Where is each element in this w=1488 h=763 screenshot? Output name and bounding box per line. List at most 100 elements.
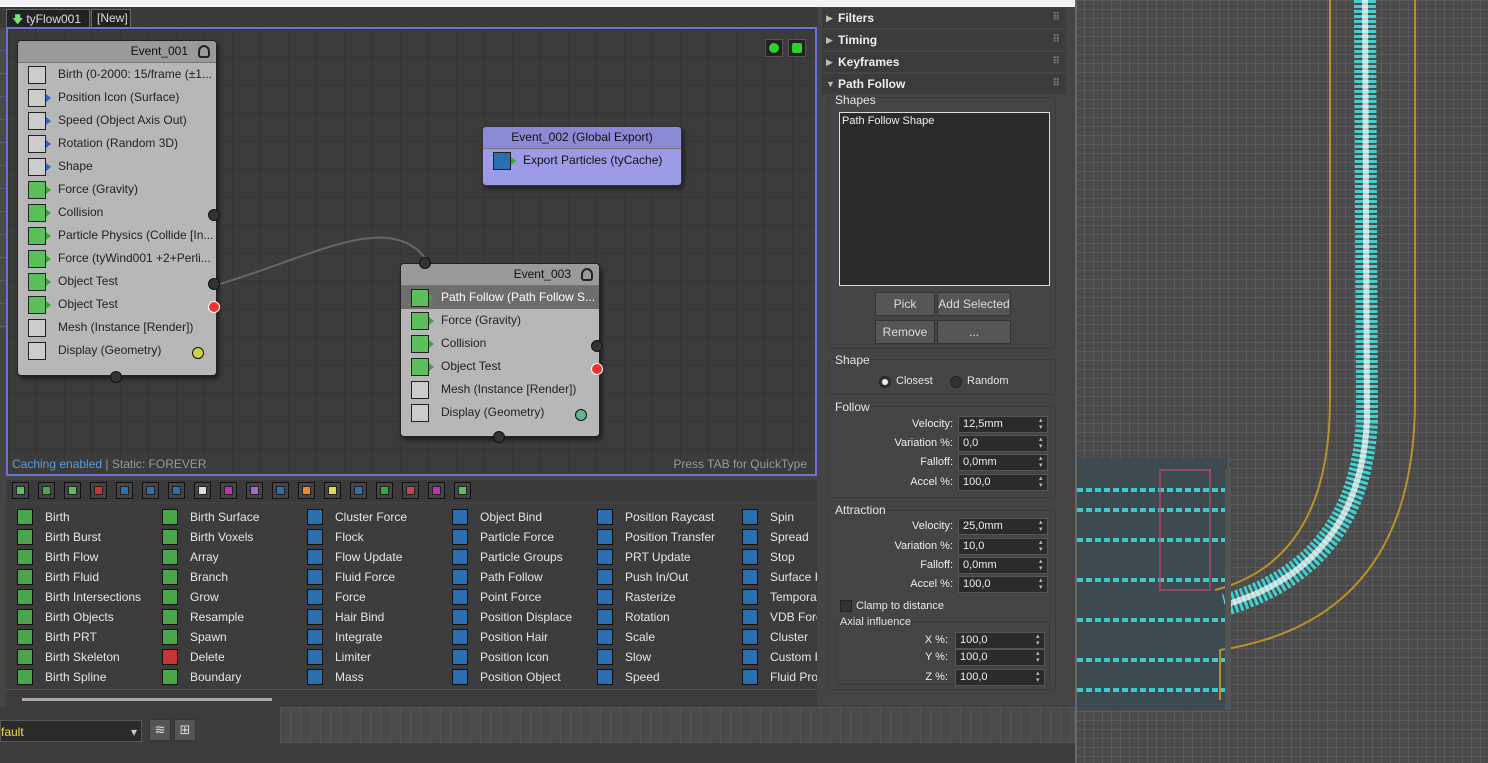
palette-item[interactable]: Position Displace	[447, 607, 572, 627]
palette-item[interactable]: Speed	[592, 667, 715, 687]
object-test-error-port[interactable]	[208, 301, 220, 313]
palette-item[interactable]: Temporal	[737, 587, 817, 607]
palette-item[interactable]: Birth Fluid	[12, 567, 141, 587]
palette-item[interactable]: Point Force	[447, 587, 572, 607]
palette-item[interactable]: Integrate	[302, 627, 407, 647]
category-filter-button[interactable]	[194, 482, 211, 499]
operator-display[interactable]: Display (Geometry)	[18, 339, 216, 362]
palette-item[interactable]: Birth Burst	[12, 527, 141, 547]
follow-variation-spinner[interactable]: 0,0	[958, 435, 1048, 452]
palette-item[interactable]: Limiter	[302, 647, 407, 667]
palette-item[interactable]: Fluid Prop	[737, 667, 817, 687]
operator-object[interactable]: Object Test	[401, 355, 599, 378]
event-003-header[interactable]: Event_003	[401, 264, 599, 286]
remove-button[interactable]: Remove	[875, 320, 935, 344]
category-filter-button[interactable]	[428, 482, 445, 499]
attraction-variation-spinner[interactable]: 10,0	[958, 538, 1048, 555]
palette-item[interactable]: Boundary	[157, 667, 259, 687]
palette-item[interactable]: Push In/Out	[592, 567, 715, 587]
palette-item[interactable]: Birth Spline	[12, 667, 141, 687]
closest-radio[interactable]	[879, 376, 891, 388]
category-filter-button[interactable]	[12, 482, 29, 499]
list-item[interactable]: Path Follow Shape	[842, 115, 1047, 127]
tab-tyflow001[interactable]: 🡇 tyFlow001	[6, 9, 90, 27]
scrollbar-thumb[interactable]	[22, 698, 272, 701]
operator-mesh[interactable]: Mesh (Instance [Render])	[401, 378, 599, 401]
palette-item[interactable]: Rasterize	[592, 587, 715, 607]
clamp-checkbox[interactable]	[840, 600, 852, 612]
category-filter-button[interactable]	[454, 482, 471, 499]
palette-item[interactable]: Position Hair	[447, 627, 572, 647]
operator-display[interactable]: Display (Geometry)	[401, 401, 599, 424]
display-color-swatch[interactable]	[575, 409, 587, 421]
axial-y-spinner[interactable]: 100,0	[955, 649, 1045, 666]
random-radio[interactable]	[950, 376, 962, 388]
event-003-output-port[interactable]	[493, 431, 505, 443]
operator-force[interactable]: Force (tyWind001 +2+Perli...	[18, 247, 216, 270]
palette-item[interactable]: Birth Skeleton	[12, 647, 141, 667]
more-button[interactable]: ...	[937, 320, 1011, 344]
category-filter-button[interactable]	[298, 482, 315, 499]
palette-item[interactable]: VDB Forc	[737, 607, 817, 627]
category-filter-button[interactable]	[38, 482, 55, 499]
event-002-header[interactable]: Event_002 (Global Export)	[483, 127, 681, 149]
scene-explorer-icon[interactable]: ⊞	[174, 719, 196, 741]
category-filter-button[interactable]	[324, 482, 341, 499]
palette-item[interactable]: Particle Groups	[447, 547, 572, 567]
palette-item[interactable]: Scale	[592, 627, 715, 647]
rollup-path-follow[interactable]: ▼ Path Follow ⠿	[822, 74, 1066, 94]
add-selected-button[interactable]: Add Selected	[937, 292, 1011, 316]
palette-item[interactable]: Position Raycast	[592, 507, 715, 527]
follow-falloff-spinner[interactable]: 0,0mm	[958, 454, 1048, 471]
palette-item[interactable]: Position Icon	[447, 647, 572, 667]
palette-item[interactable]: Spread	[737, 527, 817, 547]
category-filter-button[interactable]	[90, 482, 107, 499]
operator-force[interactable]: Force (Gravity)	[401, 309, 599, 332]
attraction-falloff-spinner[interactable]: 0,0mm	[958, 557, 1048, 574]
pick-button[interactable]: Pick	[875, 292, 935, 316]
palette-item[interactable]: Birth Flow	[12, 547, 141, 567]
palette-item[interactable]: Spawn	[157, 627, 259, 647]
attraction-velocity-spinner[interactable]: 25,0mm	[958, 518, 1048, 535]
rollup-timing[interactable]: ▶ Timing ⠿	[822, 30, 1066, 50]
palette-item[interactable]: Particle Force	[447, 527, 572, 547]
palette-item[interactable]: Rotation	[592, 607, 715, 627]
palette-item[interactable]: Path Follow	[447, 567, 572, 587]
category-filter-button[interactable]	[168, 482, 185, 499]
category-filter-button[interactable]	[402, 482, 419, 499]
operator-object[interactable]: Object Test	[18, 293, 216, 316]
operator-path[interactable]: Path Follow (Path Follow S...	[401, 286, 599, 309]
flow-graph[interactable]: Event_001 Birth (0-2000: 15/frame (±1...…	[6, 27, 817, 476]
layers-icon[interactable]: ≋	[149, 719, 171, 741]
event-001-input-port[interactable]	[110, 371, 122, 383]
palette-item[interactable]: Position Transfer	[592, 527, 715, 547]
palette-item[interactable]: Force	[302, 587, 407, 607]
operator-speed[interactable]: Speed (Object Axis Out)	[18, 109, 216, 132]
shapes-list[interactable]: Path Follow Shape	[839, 112, 1050, 286]
collision-output-port[interactable]	[591, 340, 603, 352]
operator-position[interactable]: Position Icon (Surface)	[18, 86, 216, 109]
operator-rotation[interactable]: Rotation (Random 3D)	[18, 132, 216, 155]
operator-particle[interactable]: Particle Physics (Collide [In...	[18, 224, 216, 247]
palette-scrollbar[interactable]	[6, 689, 817, 707]
operator-collision[interactable]: Collision	[401, 332, 599, 355]
palette-item[interactable]: Custom P	[737, 647, 817, 667]
event-003-input-port[interactable]	[419, 257, 431, 269]
palette-item[interactable]: Fluid Force	[302, 567, 407, 587]
operator-mesh[interactable]: Mesh (Instance [Render])	[18, 316, 216, 339]
event-002[interactable]: Event_002 (Global Export) Export Particl…	[482, 126, 682, 186]
axial-z-spinner[interactable]: 100,0	[955, 669, 1045, 686]
operator-birth[interactable]: Birth (0-2000: 15/frame (±1...	[18, 63, 216, 86]
palette-item[interactable]: PRT Update	[592, 547, 715, 567]
event-003[interactable]: Event_003 Path Follow (Path Follow S... F…	[400, 257, 603, 443]
palette-item[interactable]: Resample	[157, 607, 259, 627]
palette-item[interactable]: Branch	[157, 567, 259, 587]
category-filter-button[interactable]	[376, 482, 393, 499]
attraction-accel-spinner[interactable]: 100,0	[958, 576, 1048, 593]
palette-item[interactable]: Birth Intersections	[12, 587, 141, 607]
palette-item[interactable]: Grow	[157, 587, 259, 607]
object-test-output-port[interactable]	[208, 278, 220, 290]
palette-item[interactable]: Mass	[302, 667, 407, 687]
3d-viewport[interactable]	[1075, 0, 1488, 763]
display-color-swatch[interactable]	[192, 347, 204, 359]
